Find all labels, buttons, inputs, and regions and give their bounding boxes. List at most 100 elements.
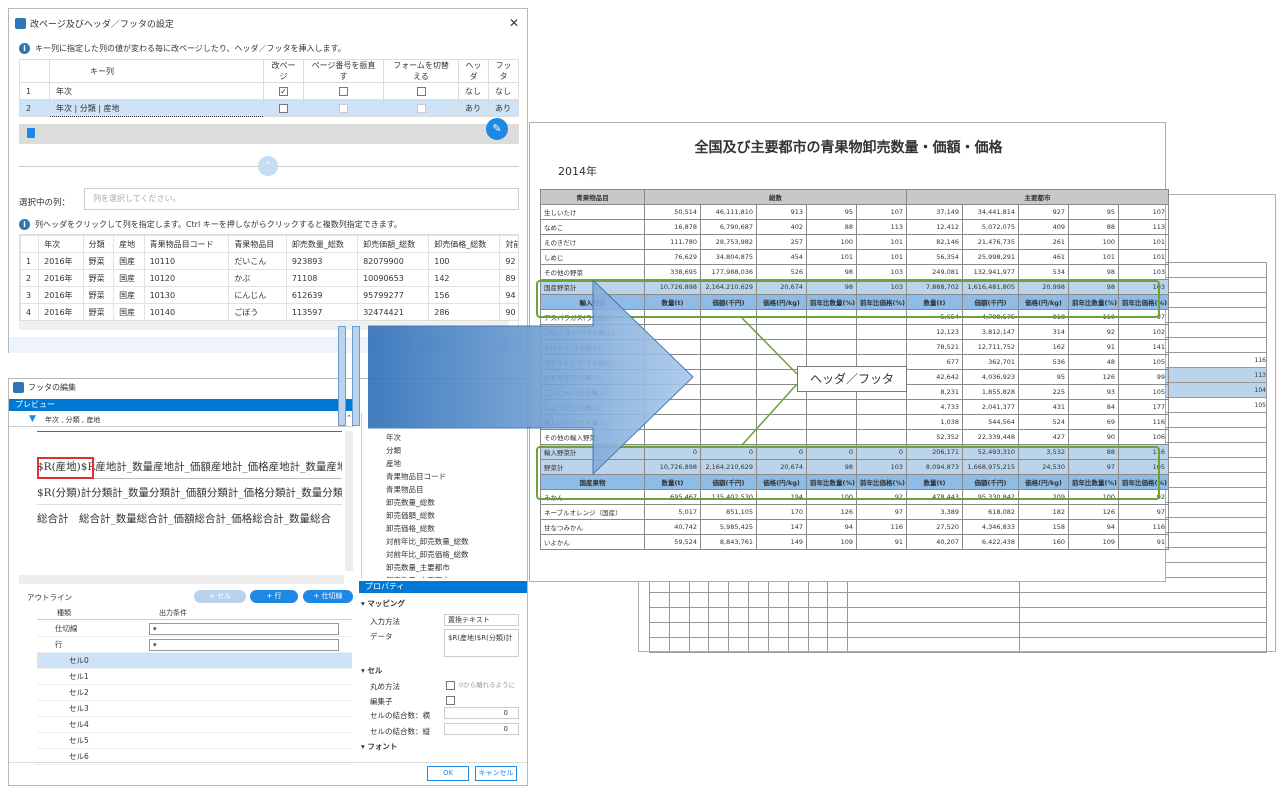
report-cell: 6,422,438 bbox=[962, 534, 1019, 550]
pagebreak-checkbox[interactable] bbox=[279, 103, 288, 113]
field-list-item[interactable]: 青果物品目 bbox=[386, 484, 424, 495]
trash-icon[interactable] bbox=[27, 128, 35, 138]
selected-columns-input[interactable]: 列を選択してください。 bbox=[84, 188, 519, 210]
round-select[interactable]: 0から離れるように bbox=[459, 679, 515, 689]
outline-item[interactable]: セル4 bbox=[37, 717, 352, 733]
report-cell: 37,149 bbox=[906, 204, 963, 220]
add-cell-button[interactable]: + セル bbox=[194, 590, 246, 603]
grid-header[interactable]: 卸売価額_総数 bbox=[357, 235, 430, 253]
grid-header[interactable] bbox=[20, 235, 40, 253]
back-cell bbox=[847, 637, 1020, 653]
grid-header[interactable]: 青果物品目 bbox=[228, 235, 287, 253]
round-checkbox[interactable] bbox=[446, 681, 455, 690]
report-cell: 40,207 bbox=[906, 534, 963, 550]
back-cell bbox=[708, 607, 730, 623]
report-cell bbox=[856, 339, 907, 355]
report-cell: 91 bbox=[1068, 339, 1119, 355]
row-condition-select[interactable]: ▾ bbox=[149, 639, 339, 651]
renumber-checkbox[interactable] bbox=[339, 103, 348, 113]
report-cell: 22,339,448 bbox=[962, 429, 1019, 445]
field-list-item[interactable]: 卸売数量_主要都市 bbox=[386, 575, 450, 578]
filter-icon[interactable]: ▼ bbox=[29, 414, 36, 424]
splitter-bar[interactable] bbox=[338, 326, 346, 426]
preview-row-3[interactable]: 総合計 総合計_数量総合計_価額総合計_価格総合計_数量総合 bbox=[37, 511, 342, 531]
back-cell bbox=[1018, 592, 1268, 608]
edit-fab-button[interactable]: ✎ bbox=[486, 118, 508, 140]
key-row[interactable]: 2 年次 | 分類 | 産地 あり あり bbox=[19, 99, 519, 117]
data-textarea[interactable]: $R(産地)$R(分類)計 bbox=[444, 629, 519, 657]
grid-header[interactable]: 卸売数量_総数 bbox=[285, 235, 359, 253]
report-cell: 生しいたけ bbox=[540, 204, 645, 220]
grid-header[interactable]: 分類 bbox=[82, 235, 115, 253]
outline-item[interactable]: セル3 bbox=[37, 701, 352, 717]
renumber-checkbox[interactable] bbox=[339, 86, 348, 96]
field-list-item[interactable]: 卸売価額_総数 bbox=[386, 510, 435, 521]
ok-button[interactable]: OK bbox=[427, 766, 469, 781]
outline-item[interactable]: セル1 bbox=[37, 669, 352, 685]
grid-header[interactable]: 産地 bbox=[113, 235, 145, 253]
outline-item[interactable]: セル0 bbox=[37, 653, 352, 669]
add-separator-button[interactable]: + 仕切線 bbox=[303, 590, 353, 603]
report-cell: 40,742 bbox=[644, 519, 701, 535]
report-year: 2014年 bbox=[558, 165, 597, 178]
merge-v-input[interactable]: 0 bbox=[444, 723, 519, 735]
selected-cell[interactable] bbox=[37, 457, 94, 479]
report-header-row: 青果物品目 総数 主要都市 bbox=[540, 189, 1170, 205]
outline-item[interactable]: セル5 bbox=[37, 733, 352, 749]
grid-cell: 923893 bbox=[285, 252, 359, 270]
edit-checkbox[interactable] bbox=[446, 696, 455, 705]
report-cell bbox=[856, 414, 907, 430]
key-row[interactable]: 1 年次 なし なし bbox=[19, 82, 519, 100]
splitter-bar[interactable] bbox=[352, 326, 360, 426]
report-cell: 34,441,814 bbox=[962, 204, 1019, 220]
outline-item[interactable]: セル2 bbox=[37, 685, 352, 701]
report-cell: えのきだけ bbox=[540, 234, 645, 250]
report-cell: 102 bbox=[1117, 324, 1170, 340]
switch-form-checkbox[interactable] bbox=[416, 86, 426, 96]
report-cell: 4,036,923 bbox=[962, 369, 1019, 385]
field-list-item[interactable]: 対前年比_卸売価格_総数 bbox=[386, 549, 469, 560]
preview-scrollbar-h[interactable] bbox=[19, 575, 344, 584]
back-cell bbox=[708, 592, 730, 608]
grid-header[interactable]: 年次 bbox=[38, 235, 84, 253]
preview-scrollbar-v[interactable] bbox=[345, 431, 353, 571]
field-list-item[interactable]: 卸売数量_総数 bbox=[386, 497, 435, 508]
merge-h-label: セルの結合数：横 bbox=[370, 711, 430, 720]
report-cell: 105 bbox=[1117, 384, 1170, 400]
back-cell bbox=[827, 637, 849, 653]
preview-header: プレビュー bbox=[9, 399, 354, 411]
merge-h-input[interactable]: 0 bbox=[444, 707, 519, 719]
separator-condition-select[interactable]: ▾ bbox=[149, 623, 339, 635]
report-cell: 82,146 bbox=[906, 234, 963, 250]
back-cell bbox=[748, 622, 769, 638]
close-icon[interactable]: ✕ bbox=[509, 16, 519, 30]
field-list-item[interactable]: 対前年比_卸売数量_総数 bbox=[386, 536, 469, 547]
grid-header[interactable]: 卸売価格_総数 bbox=[428, 235, 501, 253]
report-cell: 16,878 bbox=[644, 219, 701, 235]
grid-cell: 野菜 bbox=[82, 286, 115, 304]
report-cell: 106 bbox=[1117, 429, 1170, 445]
report-cell: 409 bbox=[1018, 219, 1069, 235]
grid-row[interactable]: 1 2016年 野菜 国産 10110 だいこん 923893 82079900 100 92 bbox=[20, 252, 518, 270]
field-list-item[interactable]: 卸売数量_主要都市 bbox=[386, 562, 450, 573]
field-list-item[interactable]: 卸売価格_総数 bbox=[386, 523, 435, 534]
cancel-button[interactable]: キャンセル bbox=[475, 766, 517, 781]
add-row-button[interactable]: + 行 bbox=[250, 590, 298, 603]
collapse-button[interactable]: ⌃ bbox=[258, 156, 278, 176]
back-cell bbox=[807, 592, 829, 608]
report-cell: 46,111,810 bbox=[700, 204, 757, 220]
preview-row-2[interactable]: $R(分類)計分類計_数量分類計_価額分類計_価格分類計_数量分類 bbox=[37, 485, 342, 505]
grid-header[interactable]: 対前年 bbox=[499, 235, 518, 253]
col-renumber: ページ番号を振直す bbox=[303, 59, 384, 83]
pagebreak-checkbox[interactable] bbox=[279, 86, 288, 96]
report-cell: 141 bbox=[1117, 339, 1170, 355]
grid-cell: 2016年 bbox=[38, 269, 84, 287]
switch-form-checkbox[interactable] bbox=[416, 103, 426, 113]
grid-header[interactable]: 青果物品目コード bbox=[143, 235, 230, 253]
back-cell bbox=[649, 622, 670, 638]
grid-cell: 10110 bbox=[143, 252, 230, 270]
input-method-select[interactable]: 置換テキスト bbox=[444, 614, 519, 626]
col-key: キー列 bbox=[49, 59, 264, 83]
report-cell: いよかん bbox=[540, 534, 645, 550]
report-cell: 8,843,761 bbox=[700, 534, 757, 550]
